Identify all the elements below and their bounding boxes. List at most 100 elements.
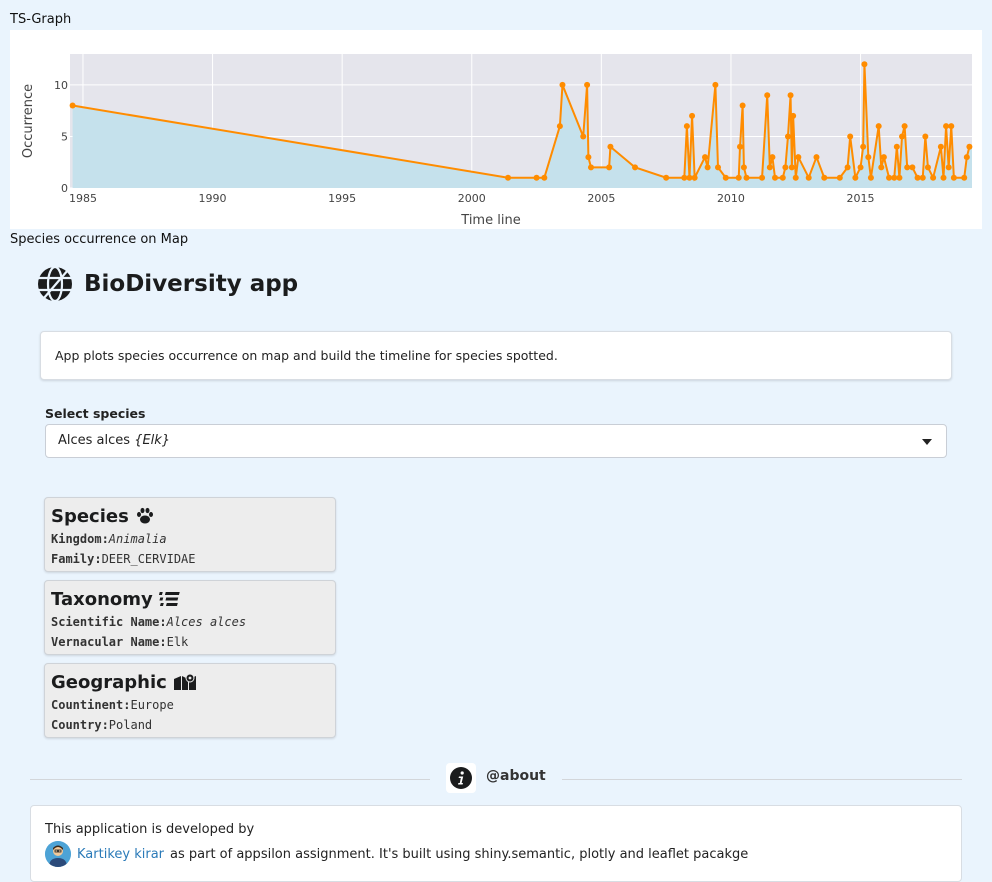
- continent-row: Countinent:Europe: [51, 695, 329, 715]
- data-point: [782, 164, 789, 171]
- continent-value: Europe: [130, 698, 174, 712]
- about-label: @about: [486, 768, 546, 784]
- data-point: [533, 174, 540, 181]
- app-title: BioDiversity app: [84, 271, 299, 297]
- data-point: [886, 174, 893, 181]
- data-point: [904, 164, 911, 171]
- data-point: [714, 164, 721, 171]
- data-point: [541, 174, 548, 181]
- kingdom-row: Kingdom:Animalia: [51, 529, 329, 549]
- kingdom-value: Animalia: [108, 532, 167, 546]
- about-line2-text: as part of appsilon assignment. It's bui…: [170, 846, 749, 862]
- about-divider-right: [562, 779, 962, 780]
- taxonomy-card-title: Taxonomy: [51, 588, 153, 610]
- data-point: [896, 174, 903, 181]
- x-tick-label: 2015: [847, 192, 875, 205]
- data-point: [919, 174, 926, 181]
- data-point: [861, 61, 868, 68]
- about-line2: Kartikey kirar as part of appsilon assig…: [45, 841, 947, 867]
- data-point: [784, 133, 791, 140]
- data-point: [689, 112, 696, 119]
- data-point: [893, 143, 900, 150]
- x-tick-label: 2010: [717, 192, 745, 205]
- y-tick-label: 0: [61, 182, 68, 195]
- data-point: [587, 164, 594, 171]
- data-point: [813, 154, 820, 161]
- app-header: BioDiversity app: [36, 265, 298, 303]
- ts-graph-label: TS-Graph: [10, 12, 72, 27]
- data-point: [766, 164, 773, 171]
- vernacular-name-key: Vernacular Name:: [51, 635, 167, 649]
- data-point: [769, 154, 776, 161]
- data-point: [937, 143, 944, 150]
- data-point: [556, 123, 563, 130]
- species-dropdown[interactable]: Alces alces {Elk}: [45, 424, 947, 458]
- data-point: [945, 164, 952, 171]
- data-point: [702, 154, 709, 161]
- about-line1: This application is developed by: [45, 822, 255, 837]
- data-point: [930, 174, 937, 181]
- data-point: [759, 174, 766, 181]
- data-point: [961, 174, 968, 181]
- x-tick-label: 1995: [328, 192, 356, 205]
- list-icon: [158, 592, 180, 606]
- about-footer: This application is developed by Kartike…: [30, 805, 962, 882]
- author-link[interactable]: Kartikey kirar: [77, 847, 164, 862]
- app-description: App plots species occurrence on map and …: [40, 331, 952, 380]
- data-point: [865, 154, 872, 161]
- data-point: [764, 92, 771, 99]
- data-point: [795, 154, 802, 161]
- country-value: Poland: [108, 718, 153, 732]
- data-point: [943, 123, 950, 130]
- data-point: [735, 174, 742, 181]
- data-point: [607, 143, 614, 150]
- map-section-label: Species occurrence on Map: [10, 232, 189, 247]
- y-tick-label: 5: [61, 130, 68, 143]
- data-point: [790, 112, 797, 119]
- data-point: [681, 174, 688, 181]
- data-point: [860, 143, 867, 150]
- vernacular-name-value: Elk: [166, 635, 189, 649]
- data-point: [940, 174, 947, 181]
- data-point: [891, 174, 898, 181]
- time-series-chart[interactable]: 1985 1990 1995 2000 2005 2010 2015 0 5 10 Time lin…: [10, 30, 982, 229]
- x-tick-label: 2000: [458, 192, 486, 205]
- geographic-card-title: Geographic: [51, 671, 167, 693]
- info-icon-wrap: [446, 763, 476, 793]
- x-axis-title: Time line: [460, 213, 520, 228]
- country-row: Country:Poland: [51, 715, 329, 735]
- data-point: [663, 174, 670, 181]
- data-point: [606, 164, 613, 171]
- species-card-header: Species: [51, 503, 329, 529]
- data-point: [867, 174, 874, 181]
- data-point: [792, 174, 799, 181]
- data-point: [948, 123, 955, 130]
- data-point: [772, 174, 779, 181]
- vernacular-name-row: Vernacular Name:Elk: [51, 632, 329, 652]
- family-key: Family:: [51, 552, 102, 566]
- geographic-card: Geographic Countinent:Europe Country:Pol…: [44, 663, 336, 738]
- data-point: [584, 81, 591, 88]
- globe-icon: [38, 265, 72, 303]
- data-point: [966, 143, 973, 150]
- info-icon: [450, 767, 472, 789]
- data-point: [950, 174, 957, 181]
- data-point: [899, 133, 906, 140]
- data-point: [683, 123, 690, 130]
- kingdom-key: Kingdom:: [51, 532, 109, 546]
- avatar: [45, 841, 71, 867]
- data-point: [691, 174, 698, 181]
- data-point: [69, 102, 76, 109]
- data-point: [922, 133, 929, 140]
- y-axis-title: Occurrence: [21, 84, 36, 158]
- data-point: [844, 164, 851, 171]
- chart-svg: 1985 1990 1995 2000 2005 2010 2015 0 5 10 Time lin…: [21, 54, 973, 228]
- data-point: [505, 174, 512, 181]
- data-point: [740, 164, 747, 171]
- data-point: [559, 81, 566, 88]
- data-point: [704, 164, 711, 171]
- dropdown-caret-icon[interactable]: [922, 439, 932, 445]
- species-card: Species Kingdom:Animalia Family:DEER_CER…: [44, 497, 336, 572]
- scientific-name-row: Scientific Name:Alces alces: [51, 612, 329, 632]
- family-row: Family:DEER_CERVIDAE: [51, 549, 329, 569]
